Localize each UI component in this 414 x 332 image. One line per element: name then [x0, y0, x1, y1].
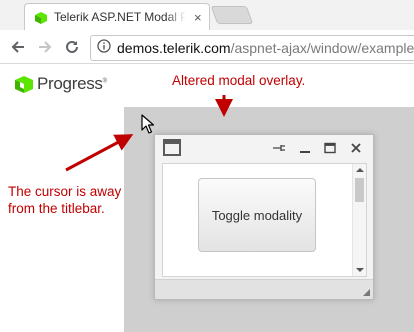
pin-icon[interactable] — [271, 140, 287, 156]
reload-icon[interactable] — [62, 37, 82, 57]
new-tab-button[interactable] — [210, 6, 254, 24]
telerik-favicon-icon — [35, 11, 47, 24]
browser-tab[interactable]: Telerik ASP.NET Modal Popup × — [24, 3, 210, 30]
maximize-icon[interactable] — [322, 140, 338, 156]
browser-toolbar: demos.telerik.com/aspnet-ajax/window/exa… — [0, 30, 414, 64]
scroll-thumb[interactable] — [355, 178, 364, 202]
window-icon — [163, 139, 181, 156]
url-path: /aspnet-ajax/window/examples — [230, 40, 414, 56]
progress-logo[interactable]: Progress® — [15, 74, 107, 94]
modal-window: Toggle modality — [154, 134, 374, 300]
vertical-scrollbar[interactable] — [352, 164, 366, 276]
browser-tabstrip: Telerik ASP.NET Modal Popup × — [0, 0, 414, 30]
toggle-modality-button[interactable]: Toggle modality — [198, 178, 316, 252]
address-bar[interactable]: demos.telerik.com/aspnet-ajax/window/exa… — [90, 35, 414, 61]
tab-title: Telerik ASP.NET Modal Popup — [54, 10, 186, 24]
url-domain: demos.telerik.com — [117, 40, 231, 56]
close-icon[interactable] — [348, 140, 364, 156]
info-icon[interactable] — [97, 38, 111, 58]
scroll-down-arrow-icon[interactable] — [356, 268, 364, 272]
mouse-cursor-icon — [141, 114, 155, 134]
progress-logo-icon — [15, 75, 33, 93]
forward-arrow-icon[interactable] — [35, 37, 55, 57]
window-statusbar — [155, 279, 373, 299]
window-content: Toggle modality — [162, 163, 367, 277]
url-text: demos.telerik.com/aspnet-ajax/window/exa… — [117, 40, 414, 56]
window-titlebar[interactable] — [155, 135, 373, 161]
scroll-up-arrow-icon[interactable] — [356, 168, 364, 172]
cursor-annotation: The cursor is away from the titlebar. — [8, 184, 122, 216]
resize-grip-icon[interactable] — [363, 289, 370, 296]
back-arrow-icon[interactable] — [8, 37, 28, 57]
cursor-arrow — [65, 134, 134, 172]
screenshot: Telerik ASP.NET Modal Popup × demos.tele… — [0, 0, 414, 332]
tab-close-icon[interactable]: × — [194, 11, 202, 24]
logo-trademark: ® — [102, 78, 107, 85]
logo-text: Progress® — [37, 74, 107, 94]
overlay-annotation: Altered modal overlay. — [172, 73, 306, 88]
logo-wordmark: Progress — [37, 74, 103, 93]
minimize-icon[interactable] — [297, 140, 313, 156]
